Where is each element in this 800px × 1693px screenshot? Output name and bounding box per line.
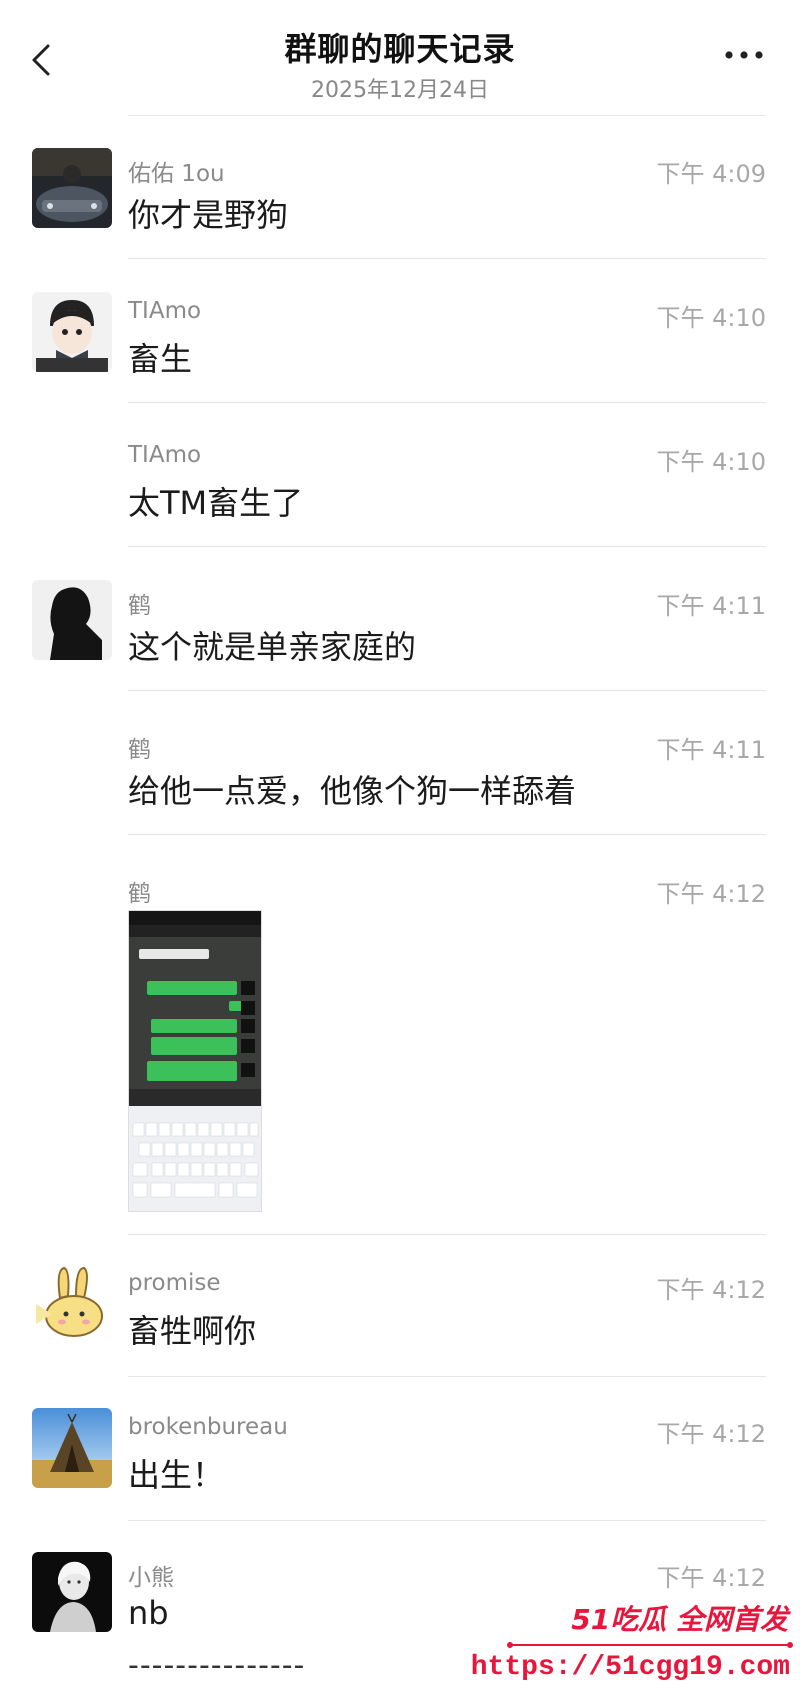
- message-text: 给他一点爱，他像个狗一样舔着: [128, 772, 577, 810]
- message-text: 你才是野狗: [128, 196, 289, 234]
- divider: [128, 1376, 766, 1377]
- watermark: 51吃瓜 全网首发 https://51cgg19.com: [471, 1598, 800, 1693]
- chat-header: 群聊的聊天记录 2025年12月24日: [0, 0, 800, 112]
- chat-date: 2025年12月24日: [311, 78, 489, 103]
- message-time: 下午 4:11: [656, 736, 766, 764]
- sender-name: 鹤: [128, 881, 151, 907]
- divider: [128, 258, 766, 259]
- message-time: 下午 4:09: [656, 160, 766, 188]
- sender-name: 鹤: [128, 737, 151, 763]
- sender-name: TIAmo: [128, 442, 202, 468]
- divider: [128, 546, 766, 547]
- avatar[interactable]: [32, 292, 112, 372]
- message-text: 畜生: [128, 340, 193, 378]
- divider: [128, 834, 766, 835]
- page-title: 群聊的聊天记录: [284, 30, 516, 68]
- divider: [128, 115, 766, 116]
- circuit-line-icon: [507, 1642, 793, 1648]
- divider: [128, 690, 766, 691]
- avatar[interactable]: [32, 1552, 112, 1632]
- sender-name: 鹤: [128, 593, 151, 619]
- avatar[interactable]: [32, 1408, 112, 1488]
- avatar[interactable]: [32, 148, 112, 228]
- image-attachment[interactable]: [128, 910, 262, 1212]
- sender-name: 小熊: [128, 1565, 174, 1591]
- avatar[interactable]: [32, 1264, 112, 1344]
- sender-name: promise: [128, 1270, 221, 1296]
- message-text: 太TM畜生了: [128, 484, 304, 522]
- message-time: 下午 4:10: [656, 304, 766, 332]
- divider: [128, 1234, 766, 1235]
- message-text: nb: [128, 1594, 169, 1632]
- sender-name: brokenbureau: [128, 1414, 288, 1440]
- message-text: 这个就是单亲家庭的: [128, 628, 417, 666]
- dash-line: ---------------: [128, 1648, 306, 1683]
- sender-name: 佑佑 1ou: [128, 161, 225, 187]
- divider: [128, 402, 766, 403]
- message-time: 下午 4:12: [656, 1420, 766, 1448]
- watermark-url: https://51cgg19.com: [470, 1652, 790, 1683]
- message-text: 出生！: [128, 1456, 225, 1494]
- sender-name: TIAmo: [128, 298, 202, 324]
- message-time: 下午 4:12: [656, 880, 766, 908]
- message-time: 下午 4:12: [656, 1564, 766, 1592]
- message-text: 畜牲啊你: [128, 1312, 257, 1350]
- message-time: 下午 4:10: [656, 448, 766, 476]
- message-time: 下午 4:11: [656, 592, 766, 620]
- avatar[interactable]: [32, 580, 112, 660]
- divider: [128, 1520, 766, 1521]
- watermark-brand: 51吃瓜 全网首发: [571, 1603, 788, 1636]
- more-options-icon[interactable]: [722, 48, 766, 62]
- message-time: 下午 4:12: [656, 1276, 766, 1304]
